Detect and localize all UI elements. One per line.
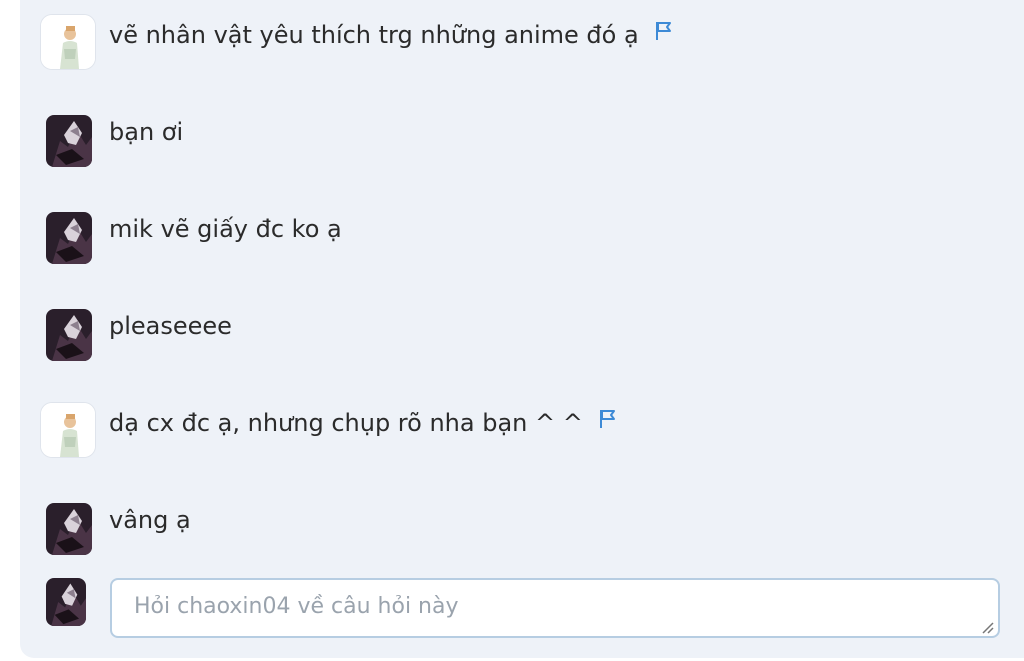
comment-text: vâng ạ [109, 506, 191, 534]
comment-item: pleaseeee [40, 305, 1000, 363]
comment-text: bạn ơi [109, 118, 184, 146]
comment-item: vâng ạ [40, 499, 1000, 557]
user-avatar[interactable] [46, 115, 92, 167]
comment-text: pleaseeee [109, 312, 232, 340]
comment-item: mik vẽ giấy đc ko ạ [40, 208, 1000, 266]
resize-grip-icon[interactable] [980, 620, 994, 634]
comment-item: bạn ơi [40, 111, 1000, 169]
reply-input[interactable] [110, 578, 1000, 638]
helper-avatar[interactable] [40, 14, 96, 70]
reply-composer [40, 574, 1000, 640]
comment-item: vẽ nhân vật yêu thích trg những anime đó… [40, 14, 1000, 72]
helper-avatar[interactable] [40, 402, 96, 458]
comment-text: dạ cx đc ạ, nhưng chụp rõ nha bạn ^ ^ [109, 408, 617, 438]
flag-icon[interactable] [655, 18, 673, 48]
current-user-avatar [46, 578, 86, 626]
comment-item: dạ cx đc ạ, nhưng chụp rõ nha bạn ^ ^ [40, 402, 1000, 460]
comment-text: mik vẽ giấy đc ko ạ [109, 215, 342, 243]
flag-icon[interactable] [599, 406, 617, 436]
user-avatar[interactable] [46, 212, 92, 264]
comment-text: vẽ nhân vật yêu thích trg những anime đó… [109, 20, 673, 50]
user-avatar[interactable] [46, 503, 92, 555]
user-avatar[interactable] [46, 309, 92, 361]
